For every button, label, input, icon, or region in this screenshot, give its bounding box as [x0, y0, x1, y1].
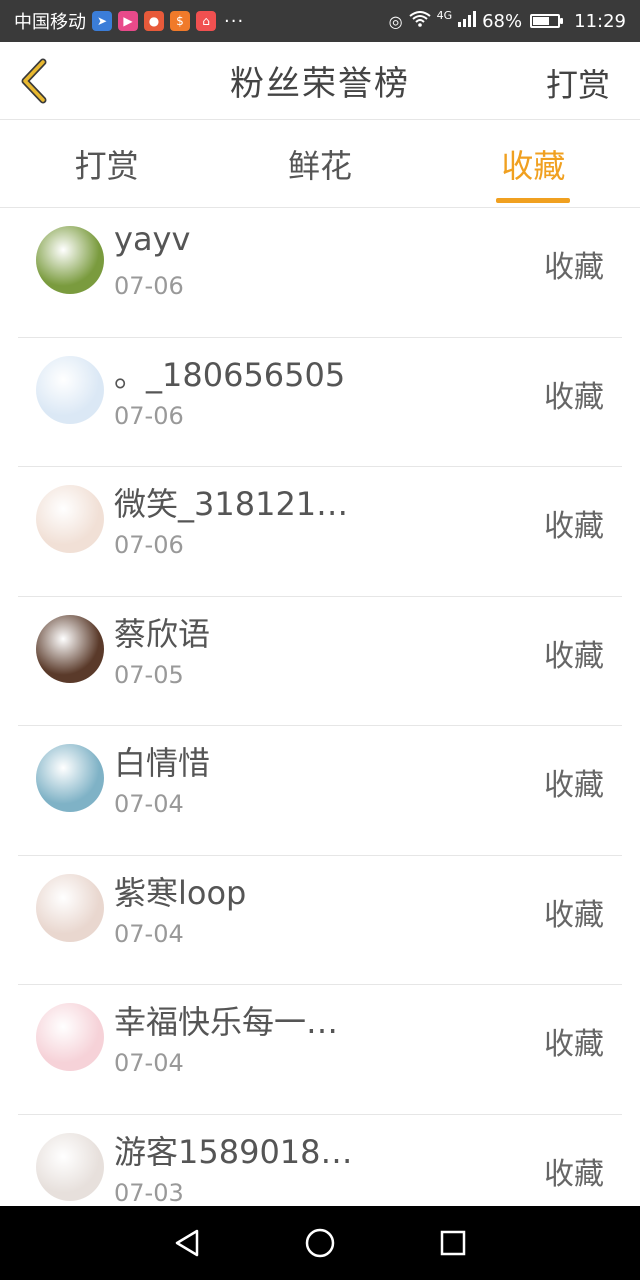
clock-label: 11:29: [574, 10, 626, 32]
item-date: 07-05: [114, 660, 184, 689]
list-item[interactable]: 微笑_318121… 07-06 收藏: [18, 467, 622, 597]
avatar: [36, 485, 104, 553]
status-bar: 中国移动 ➤ ▶ ● $ ⌂ ··· ◎ 4G 68% 11:29: [0, 0, 640, 42]
battery-icon: [530, 14, 564, 28]
item-date: 07-04: [114, 1049, 184, 1077]
page-title: 粉丝荣誉榜: [230, 64, 410, 104]
carrier-label: 中国移动: [14, 12, 86, 33]
avatar: [36, 355, 104, 424]
user-name: 幸福快乐每一…: [114, 1003, 339, 1041]
user-name: yayv: [114, 220, 191, 258]
item-date: 07-04: [114, 790, 184, 818]
list-item[interactable]: 。_180656505 07-06 收藏: [18, 338, 622, 467]
status-bar-right: ◎ 4G 68% 11:29: [388, 8, 626, 32]
square-recents-icon: [441, 1230, 466, 1256]
user-name: 蔡欣语: [114, 614, 211, 653]
action-label: 收藏: [544, 897, 604, 933]
item-date: 07-03: [114, 1178, 184, 1207]
list-item[interactable]: 游客1589018… 07-03 收藏: [18, 1115, 622, 1207]
home-app-icon: ⌂: [196, 11, 216, 31]
wifi-icon: [408, 11, 431, 31]
list-item[interactable]: 白情惜 07-04 收藏: [18, 726, 622, 856]
action-label: 收藏: [544, 1027, 604, 1062]
tab-bar: 打赏 鲜花 收藏: [0, 120, 640, 208]
avatar: [36, 873, 104, 942]
item-date: 07-06: [114, 401, 184, 430]
user-name: 。_180656505: [114, 355, 346, 394]
signal-icon: [458, 10, 477, 32]
tab-favorites[interactable]: 收藏: [427, 120, 640, 207]
avatar: [36, 744, 104, 812]
item-date: 07-04: [114, 919, 184, 948]
tab-flowers[interactable]: 鲜花: [213, 120, 426, 207]
status-bar-left: 中国移动 ➤ ▶ ● $ ⌂ ···: [14, 8, 244, 34]
avatar: [36, 614, 104, 683]
chevron-left-icon: [21, 58, 47, 104]
shopping-app-icon: $: [170, 11, 190, 31]
back-button[interactable]: [16, 56, 52, 106]
action-label: 收藏: [544, 768, 604, 803]
action-label: 收藏: [544, 1156, 604, 1192]
triangle-back-icon: [175, 1229, 198, 1257]
user-name: 白情惜: [114, 744, 211, 782]
reward-action-button[interactable]: 打赏: [546, 60, 610, 106]
user-name: 紫寒loop: [114, 873, 247, 912]
action-label: 收藏: [544, 509, 604, 544]
vibrate-icon: ◎: [388, 11, 403, 31]
user-name: 游客1589018…: [114, 1132, 353, 1171]
battery-level-fill: [533, 17, 550, 25]
action-label: 收藏: [544, 379, 604, 415]
item-date: 07-06: [114, 272, 184, 300]
user-name: 微笑_318121…: [114, 485, 349, 523]
action-label: 收藏: [544, 638, 604, 674]
list-item[interactable]: 幸福快乐每一… 07-04 收藏: [18, 985, 622, 1115]
nav-back-button[interactable]: [167, 1223, 207, 1263]
top-app-bar: 粉丝荣誉榜 打赏: [0, 42, 640, 120]
circle-home-icon: [305, 1228, 335, 1258]
system-nav-bar: [0, 1206, 640, 1280]
item-date: 07-06: [114, 531, 184, 559]
battery-percent-label: 68%: [482, 10, 523, 32]
video-app-icon: ▶: [118, 11, 138, 31]
avatar: [36, 226, 104, 294]
map-app-icon: ●: [144, 11, 164, 31]
nav-recents-button[interactable]: [433, 1223, 473, 1263]
more-notifications-icon: ···: [224, 10, 245, 32]
nav-home-button[interactable]: [300, 1223, 340, 1263]
fan-list: yayv 07-06 收藏 。_180656505 07-06 收藏 微笑_31…: [0, 208, 640, 1206]
avatar: [36, 1003, 104, 1071]
list-item[interactable]: yayv 07-06 收藏: [18, 208, 622, 338]
action-label: 收藏: [544, 250, 604, 285]
app-notification-icon: ➤: [92, 11, 112, 31]
tab-reward[interactable]: 打赏: [0, 120, 213, 207]
network-type-label: 4G: [436, 8, 453, 22]
list-item[interactable]: 蔡欣语 07-05 收藏: [18, 597, 622, 726]
list-item[interactable]: 紫寒loop 07-04 收藏: [18, 856, 622, 985]
avatar: [36, 1132, 104, 1201]
